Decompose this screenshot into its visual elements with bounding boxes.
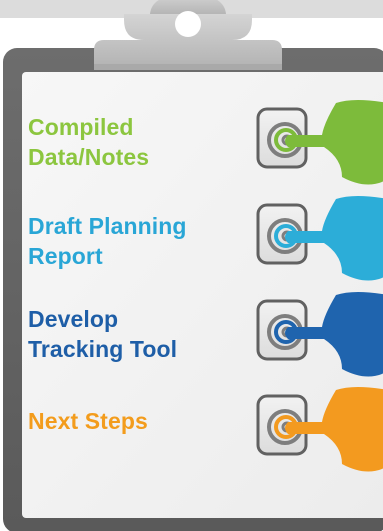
checklist-item-next-steps: Next Steps bbox=[28, 406, 148, 436]
checklist-item-draft-planning-report: Draft Planning Report bbox=[28, 211, 187, 271]
checklist-item-develop-tracking-tool: Develop Tracking Tool bbox=[28, 304, 177, 364]
item-label-line: Develop bbox=[28, 306, 119, 332]
item-label-line: Data/Notes bbox=[28, 144, 150, 170]
item-label-line: Report bbox=[28, 243, 103, 269]
item-label-line: Next Steps bbox=[28, 408, 148, 434]
checklist-item-compiled-data-notes: Compiled Data/Notes bbox=[28, 112, 149, 172]
item-label-line: Compiled bbox=[28, 114, 134, 140]
item-label-line: Draft Planning bbox=[28, 213, 187, 239]
clipboard-checklist: Compiled Data/Notes Draft Planning Repor… bbox=[0, 0, 383, 531]
item-label-line: Tracking Tool bbox=[28, 336, 178, 362]
